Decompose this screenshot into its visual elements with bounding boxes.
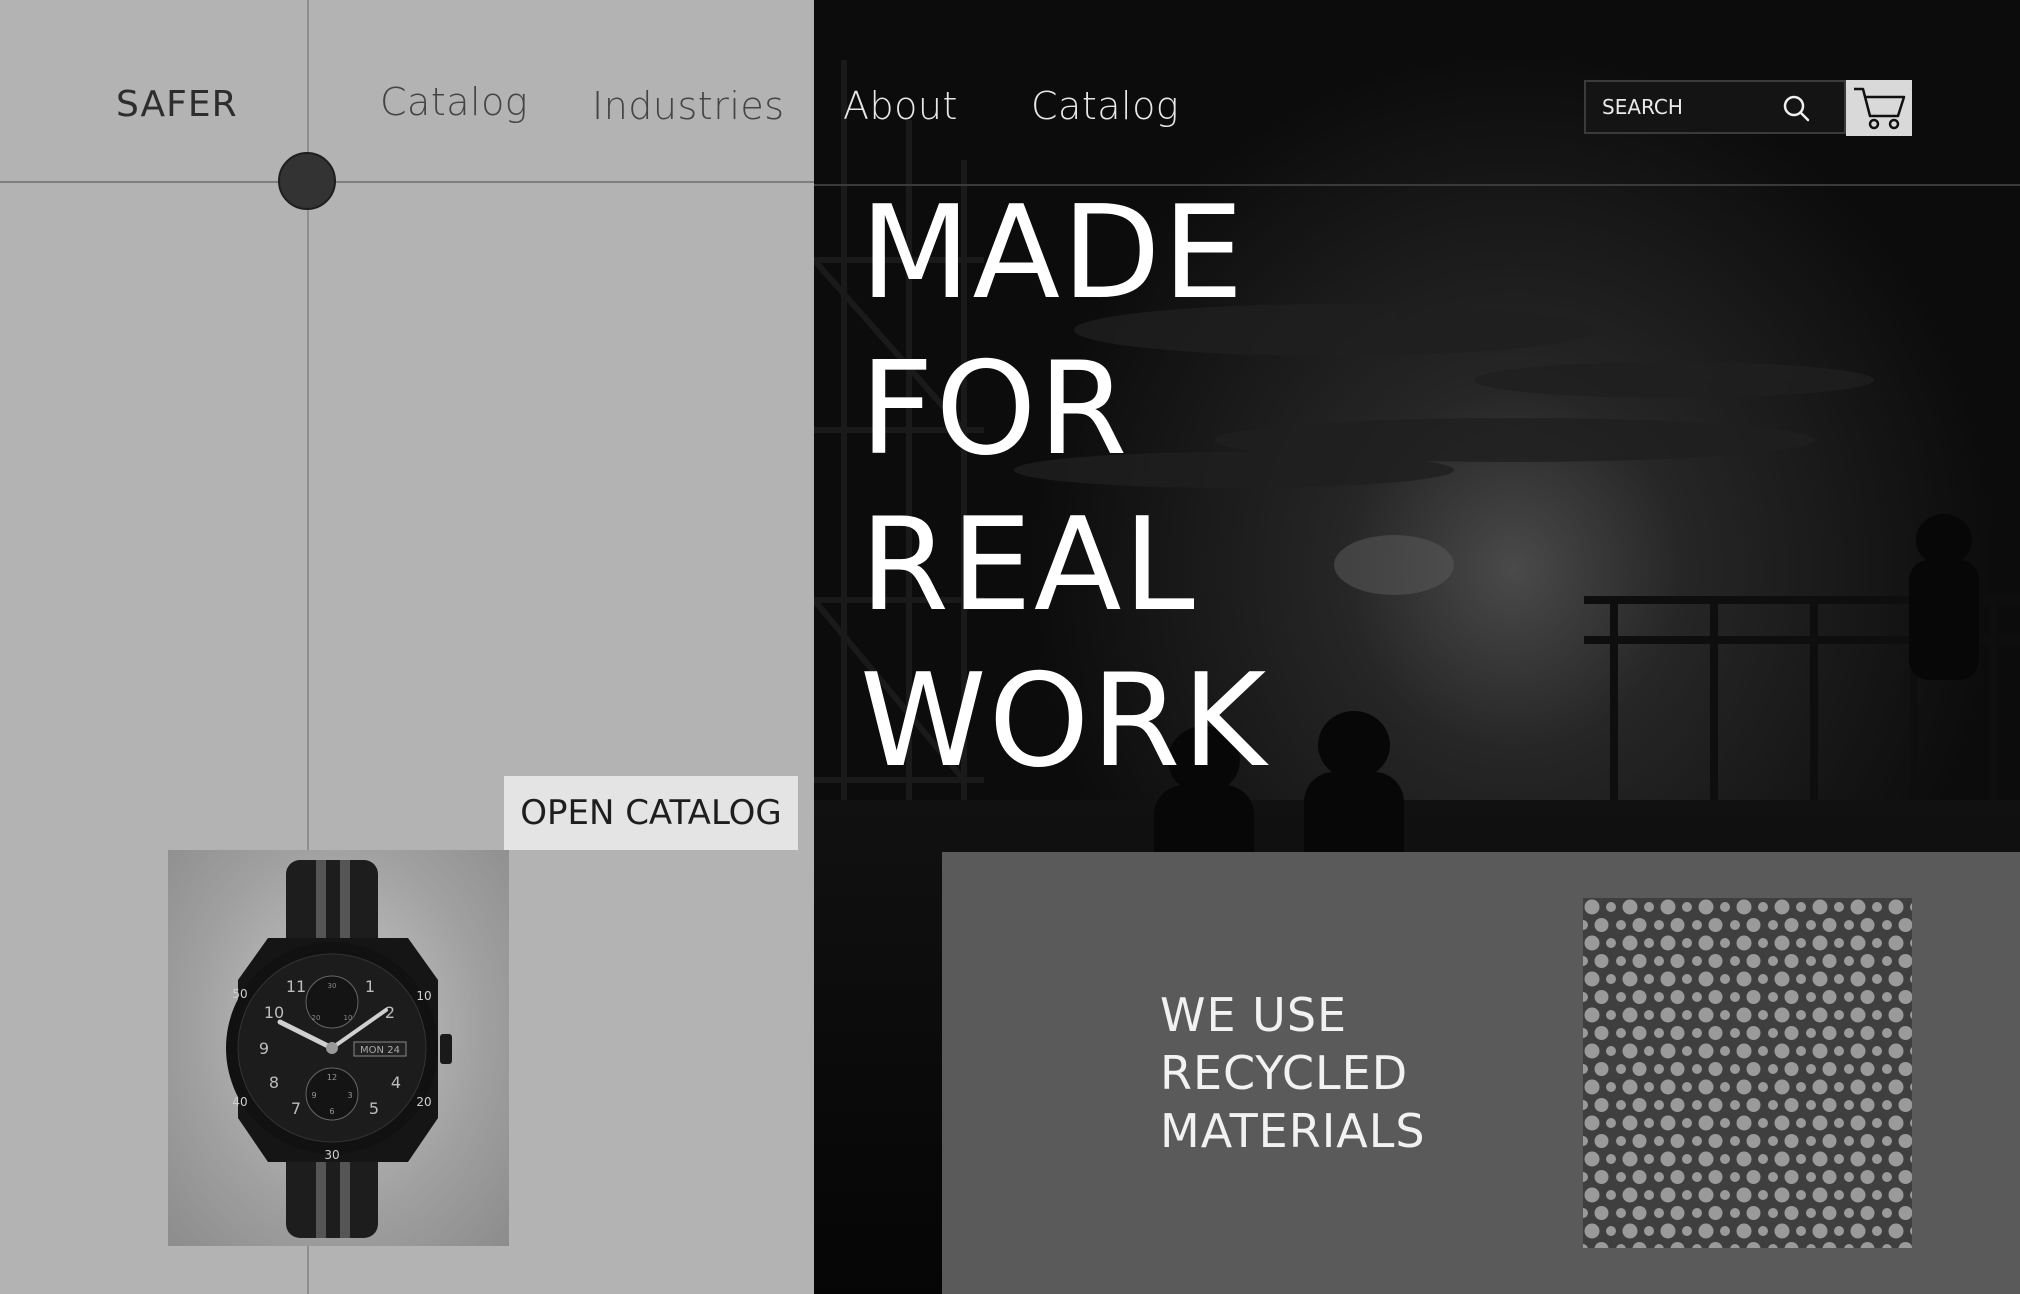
dial-number-1: 1 [365, 977, 375, 996]
bezel-number-30: 30 [324, 1148, 339, 1162]
bezel-number-50: 50 [232, 987, 247, 1001]
recycled-text-line-2: RECYCLED [1160, 1046, 1409, 1100]
nav-item-about[interactable]: About [843, 84, 958, 128]
hero-headline-line-3: REAL [860, 491, 1197, 640]
date-window: MON 24 [360, 1045, 400, 1056]
subdial-bottom-3: 3 [347, 1091, 352, 1100]
bezel-number-40: 40 [232, 1095, 247, 1109]
recycled-material-texture-image [1583, 898, 1912, 1248]
search-box[interactable] [1584, 80, 1846, 134]
hero-headline-line-1: MADE [860, 179, 1246, 328]
logo[interactable]: SAFER [116, 84, 238, 125]
cart-button[interactable] [1846, 80, 1912, 136]
subdial-top-30: 30 [328, 982, 337, 990]
recycled-text-line-1: WE USE [1160, 988, 1348, 1042]
search-icon[interactable] [1780, 92, 1814, 126]
bezel-number-10: 10 [416, 989, 431, 1003]
open-catalog-button[interactable]: OPEN CATALOG [504, 776, 798, 850]
dial-number-10: 10 [264, 1003, 284, 1022]
dial-number-4: 4 [391, 1073, 401, 1092]
nav-item-catalog-2[interactable]: Catalog [1031, 84, 1179, 128]
nav-item-industries[interactable]: Industries [592, 84, 785, 128]
hero-headline-line-4: WORK [860, 647, 1269, 796]
dial-number-2: 2 [385, 1003, 395, 1022]
subdial-bottom-12: 12 [327, 1073, 337, 1082]
subdial-top-20: 20 [312, 1014, 321, 1022]
nav-item-catalog[interactable]: Catalog [380, 80, 528, 124]
watch-image: 10 20 30 40 50 1 2 4 5 7 8 9 10 11 30 10… [226, 860, 452, 1238]
dial-number-9: 9 [259, 1039, 269, 1058]
bezel-number-20: 20 [416, 1095, 431, 1109]
cart-icon [1854, 87, 1906, 130]
product-image-watch[interactable]: 10 20 30 40 50 1 2 4 5 7 8 9 10 11 30 10… [168, 850, 509, 1246]
recycled-text-line-3: MATERIALS [1160, 1104, 1426, 1158]
hero-headline-line-2: FOR [860, 335, 1130, 484]
dial-number-11: 11 [286, 977, 306, 996]
search-input[interactable] [1586, 82, 1786, 132]
grid-intersection-dot [278, 152, 336, 210]
subdial-top-10: 10 [344, 1014, 353, 1022]
subdial-bottom-6: 6 [329, 1107, 334, 1116]
grid-horizontal-line [0, 181, 814, 183]
dial-number-5: 5 [369, 1099, 379, 1118]
dial-number-8: 8 [269, 1073, 279, 1092]
subdial-bottom-9: 9 [311, 1091, 316, 1100]
dial-number-7: 7 [291, 1099, 301, 1118]
